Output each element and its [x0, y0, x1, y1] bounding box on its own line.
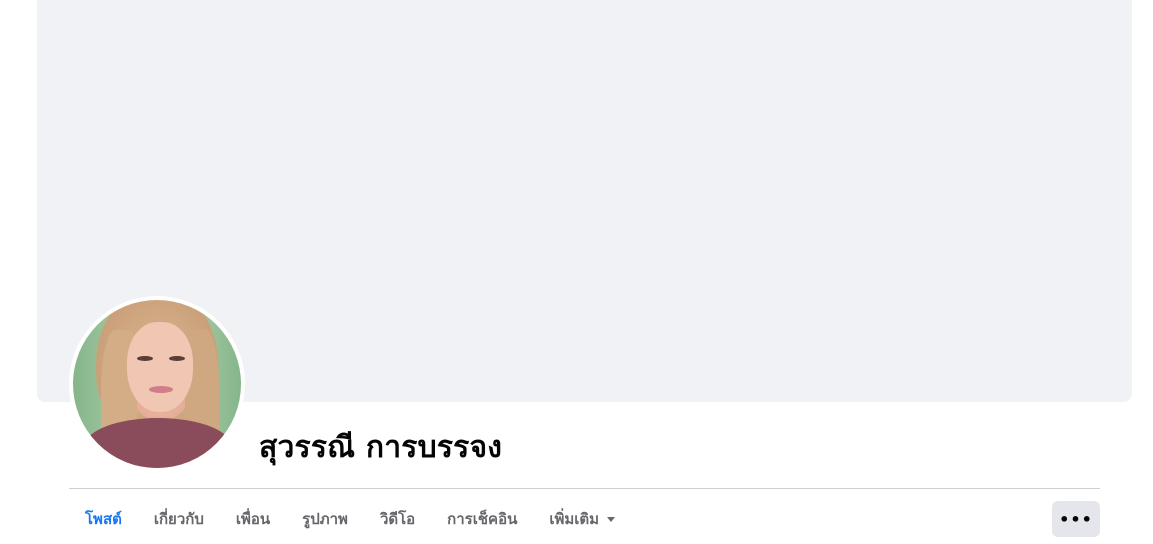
tab-label: โพสต์ [85, 510, 122, 528]
avatar-eye [169, 356, 185, 361]
header-divider [69, 488, 1100, 489]
tab-label: เกี่ยวกับ [153, 510, 204, 528]
tab-about[interactable]: เกี่ยวกับ [138, 500, 220, 538]
tab-label: เพื่อน [235, 510, 271, 528]
tab-friends[interactable]: เพื่อน [220, 500, 286, 538]
tab-photos[interactable]: รูปภาพ [286, 500, 364, 538]
tab-label: เพิ่มเติม [549, 510, 600, 528]
avatar-face [127, 322, 193, 412]
tab-label: รูปภาพ [302, 510, 348, 528]
tab-more[interactable]: เพิ่มเติม [533, 500, 631, 538]
profile-picture[interactable] [73, 300, 241, 468]
tab-videos[interactable]: วิดีโอ [364, 500, 431, 538]
tab-posts[interactable]: โพสต์ [69, 500, 138, 538]
avatar-eye [137, 356, 153, 361]
tab-label: การเช็คอิน [447, 510, 518, 528]
caret-down-icon [607, 516, 616, 522]
avatar-lips [149, 386, 173, 393]
profile-name: สุวรรณี การบรรจง [259, 430, 503, 465]
tab-label: วิดีโอ [379, 510, 416, 528]
tab-check-ins[interactable]: การเช็คอิน [431, 500, 533, 538]
profile-tabs: โพสต์ เกี่ยวกับ เพื่อน รูปภาพ วิดีโอ การ… [69, 500, 631, 538]
profile-picture-frame[interactable] [69, 296, 245, 472]
ellipsis-icon: ••• [1059, 509, 1093, 529]
more-options-button[interactable]: ••• [1052, 501, 1100, 537]
profile-page: สุวรรณี การบรรจง โพสต์ เกี่ยวกับ เพื่อน … [0, 0, 1153, 544]
